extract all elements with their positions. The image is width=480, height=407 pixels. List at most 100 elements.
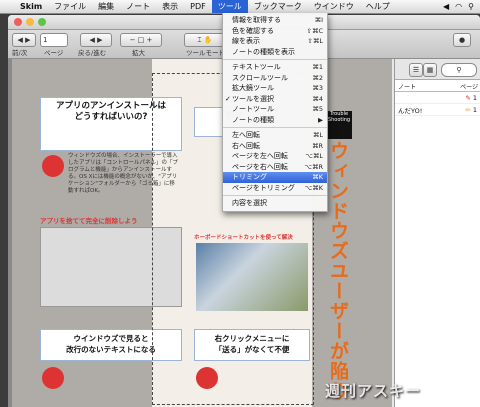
menu-item-shortcut: ⌘2 <box>312 73 323 82</box>
card-caption: アプリを捨てて完全に削除しよう <box>40 217 138 225</box>
menu-item-label: 左へ回転 <box>232 131 260 139</box>
menu-bookmark[interactable]: ブックマーク <box>248 0 308 13</box>
menu-item-label: 色を確認する <box>232 26 274 35</box>
menu-file[interactable]: ファイル <box>48 0 92 13</box>
pencil-icon: ✏ <box>465 105 471 114</box>
trouble-badge: Trouble Shooting <box>326 111 352 139</box>
menu-item-label: ノートの種類を表示 <box>232 47 295 56</box>
menu-item-shortcut: ⌥⌘L <box>305 152 323 160</box>
wifi-icon[interactable]: ◠ <box>455 2 462 11</box>
col-page[interactable]: ページ <box>457 80 480 91</box>
menu-pdf[interactable]: PDF <box>184 0 212 13</box>
tools-menu-item[interactable]: 右へ回転 ⌘R <box>223 141 327 152</box>
notes-header: ノート ページ <box>395 80 480 92</box>
status-icons: ◀︎ ◠ ⚲ <box>443 2 480 11</box>
menu-item-label: ノートの種類 <box>232 115 274 124</box>
menu-help[interactable]: ヘルプ <box>360 0 396 13</box>
menu-item-shortcut: ⌘L <box>312 131 323 139</box>
menu-item-label: ページをトリミング <box>232 183 295 192</box>
zoom-control[interactable]: − □ + <box>120 33 162 47</box>
menu-item-label: ノートツール <box>232 105 274 113</box>
menu-item-shortcut: ⌘I <box>314 16 323 24</box>
back-forward-button[interactable]: ◀ ▶ <box>80 33 112 47</box>
menu-item-shortcut: ⌘5 <box>312 105 323 113</box>
tools-menu-item[interactable]: 内容を選択 <box>223 198 327 209</box>
menu-note[interactable]: ノート <box>120 0 156 13</box>
tools-menu-item[interactable]: ノートの種類 ▶ <box>223 115 327 126</box>
color-button[interactable]: ● <box>453 33 471 47</box>
prev-next-button[interactable]: ◀ ▶ <box>12 33 36 47</box>
menu-item-label: 線を表示 <box>232 37 260 45</box>
menu-item-shortcut: ⌘4 <box>312 94 323 103</box>
tools-menu-item[interactable]: 色を確認する ⇧⌘C <box>223 26 327 37</box>
prev-next-label: 前/次 <box>12 49 28 57</box>
tools-menu-item[interactable]: スクロールツール ⌘2 <box>223 73 327 84</box>
back-forward-label: 戻る/進む <box>78 49 107 57</box>
a-logo-icon <box>42 155 64 177</box>
tools-menu-item[interactable]: ページを右へ回転 ⌥⌘R <box>223 162 327 173</box>
search-input[interactable]: ⚲ <box>441 63 477 77</box>
spotlight-icon[interactable]: ⚲ <box>468 2 474 11</box>
tool-mode-label: ツールモード <box>186 49 225 57</box>
menu-view[interactable]: 表示 <box>156 0 184 13</box>
tool-mode-control[interactable]: ⌶ ✋ <box>184 33 226 47</box>
menu-edit[interactable]: 編集 <box>92 0 120 13</box>
pdf-view[interactable]: アプリのアンインストールは どうすればいいの? ウィンドウズの場合、インストーラ… <box>8 59 392 407</box>
volume-icon[interactable]: ◀︎ <box>443 2 449 11</box>
menu-separator <box>223 127 327 128</box>
note-page: 1 <box>472 93 477 102</box>
menu-item-label: ツールを選択 <box>232 94 274 103</box>
menu-separator <box>223 59 327 60</box>
notes-sidebar: ☰ ▦ ⚲ ノート ページ ✎ 1 んだYO! ✏ 1 <box>394 59 480 407</box>
grid-view-icon[interactable]: ▦ <box>423 63 437 77</box>
tools-menu-item[interactable]: 左へ回転 ⌘L <box>223 130 327 141</box>
note-icon: ✎ <box>465 93 471 102</box>
menu-item-label: ページを右へ回転 <box>232 162 288 171</box>
page-field[interactable]: 1 <box>40 33 68 47</box>
menu-item-shortcut: ⇧⌘L <box>307 37 323 45</box>
menu-item-shortcut: ⌘K <box>312 173 323 181</box>
menu-tools[interactable]: ツール <box>211 0 248 13</box>
checkmark-icon: ✓ <box>225 94 231 103</box>
menu-item-label: 情報を取得する <box>232 16 281 24</box>
tools-menu-item[interactable]: ✓ ツールを選択 ⌘4 <box>223 94 327 105</box>
note-row[interactable]: ✎ 1 <box>395 92 480 104</box>
sidebar-toolbar: ☰ ▦ ⚲ <box>395 59 480 80</box>
tools-menu-item[interactable]: ノートの種類を表示 <box>223 47 327 58</box>
close-button[interactable] <box>14 18 22 26</box>
tools-menu-item[interactable]: トリミング ⌘K <box>223 172 327 183</box>
menu-app[interactable]: Skim <box>14 0 48 13</box>
watermark: 週刊アスキー <box>325 382 422 400</box>
vertical-title: ウィンドウズユーザーが陥り <box>327 141 349 401</box>
menu-item-shortcut: ⌘R <box>311 141 323 150</box>
minimize-button[interactable] <box>26 18 34 26</box>
menu-separator <box>223 195 327 196</box>
a-logo-icon-2 <box>42 367 64 389</box>
menu-item-label: ページを左へ回転 <box>232 152 288 160</box>
col-note[interactable]: ノート <box>395 80 457 91</box>
menu-window[interactable]: ウインドウ <box>308 0 360 13</box>
menu-item-label: 右へ回転 <box>232 141 260 150</box>
tools-menu-item[interactable]: ページを左へ回転 ⌥⌘L <box>223 151 327 162</box>
note-row[interactable]: んだYO! ✏ 1 <box>395 104 480 116</box>
menu-item-shortcut: ⇧⌘C <box>306 26 324 35</box>
menu-item-label: 拡大鏡ツール <box>232 84 274 92</box>
tools-menu-item[interactable]: 情報を取得する ⌘I <box>223 15 327 26</box>
tools-menu-item[interactable]: 線を表示 ⇧⌘L <box>223 36 327 47</box>
tools-menu-item[interactable]: テキストツール ⌘1 <box>223 62 327 73</box>
tools-menu-item[interactable]: 拡大鏡ツール ⌘3 <box>223 83 327 94</box>
menu-item-shortcut: ⌥⌘K <box>304 183 323 192</box>
tools-menu-item[interactable]: ページをトリミング ⌥⌘K <box>223 183 327 194</box>
menu-item-label: 内容を選択 <box>232 199 267 207</box>
tools-menu-item[interactable]: ノートツール ⌘5 <box>223 104 327 115</box>
menu-bar: Skim ファイル 編集 ノート 表示 PDF ツール ブックマーク ウインドウ… <box>0 0 480 14</box>
zoom-button[interactable] <box>38 18 46 26</box>
pdf-page[interactable]: アプリのアンインストールは どうすればいいの? ウィンドウズの場合、インストーラ… <box>12 59 392 407</box>
zoom-label: 拡大 <box>132 49 145 57</box>
menu-item-shortcut: ⌘3 <box>312 84 323 92</box>
page-label: ページ <box>44 49 64 57</box>
menu-item-label: テキストツール <box>232 63 281 71</box>
note-text: んだYO! <box>398 106 423 115</box>
list-view-icon[interactable]: ☰ <box>409 63 423 77</box>
note-page: 1 <box>472 105 477 114</box>
